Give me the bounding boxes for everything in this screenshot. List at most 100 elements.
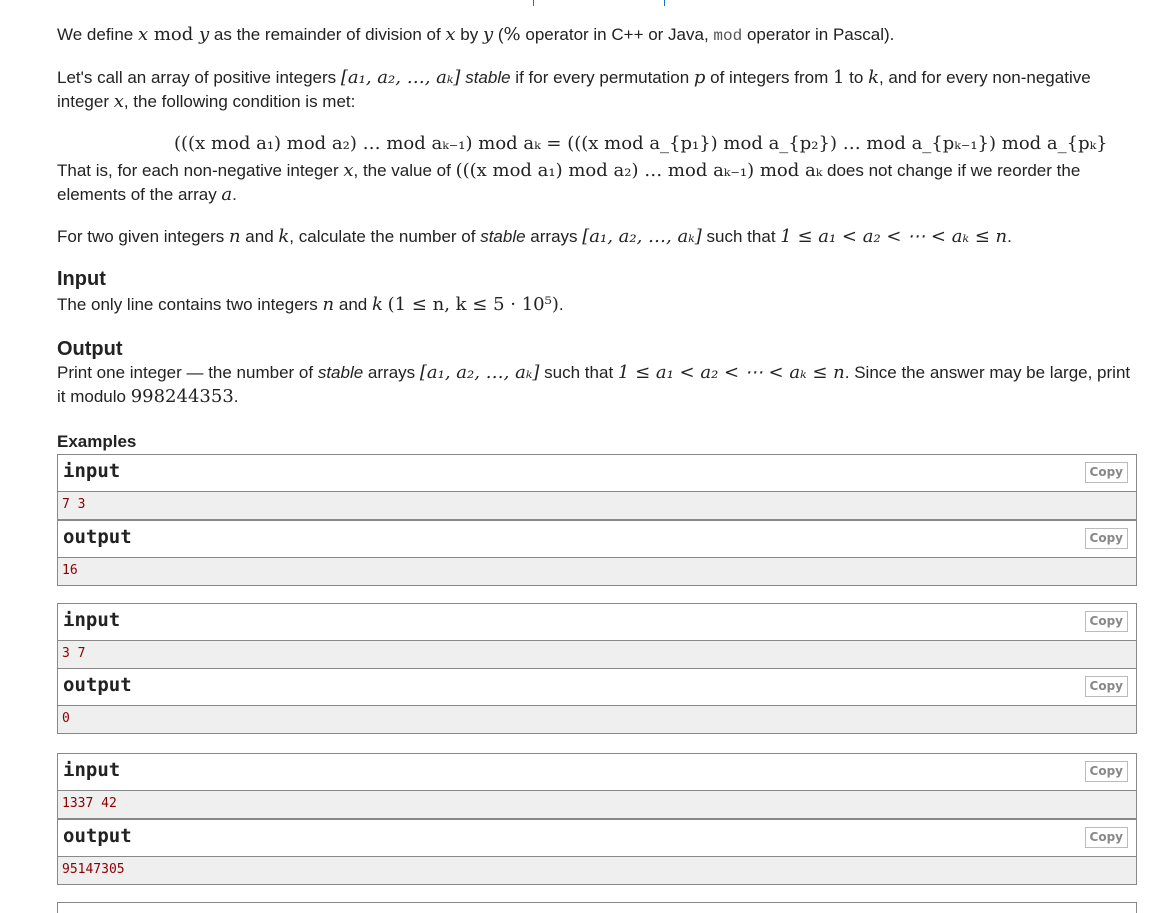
- text: , the following condition is met:: [123, 92, 356, 111]
- text: arrays: [525, 227, 583, 246]
- text: by: [455, 25, 483, 44]
- top-fragment-mark: [533, 0, 534, 6]
- math: 998244353: [130, 386, 234, 407]
- math: y: [199, 24, 210, 45]
- math: mod: [148, 24, 199, 45]
- examples-heading: Examples: [57, 432, 137, 451]
- text: .: [1007, 227, 1012, 246]
- math: n: [228, 226, 241, 247]
- text: operator in Pascal).: [742, 25, 895, 44]
- math: 1 ≤ a₁ < a₂ < ⋯ < aₖ ≤ n: [617, 362, 845, 383]
- example-input-value: 7 3: [62, 497, 86, 512]
- math: (1 ≤ n, k ≤ 5 · 10⁵): [387, 294, 559, 315]
- math: n: [322, 294, 335, 315]
- top-fragment-mark: [664, 0, 665, 6]
- text: .: [233, 387, 239, 406]
- math: %: [503, 24, 521, 45]
- text: Let's call an array of positive integers: [57, 68, 341, 87]
- text: of integers from: [705, 68, 833, 87]
- math: k: [371, 294, 383, 315]
- text: , the value of: [353, 161, 456, 180]
- paragraph-explanation: That is, for each non-negative integer x…: [57, 159, 1137, 207]
- input-heading: Input: [57, 268, 106, 290]
- output-label: output: [63, 674, 132, 696]
- copy-input-button[interactable]: Copy: [1084, 761, 1128, 782]
- input-label: input: [63, 460, 121, 482]
- input-label: input: [63, 609, 121, 631]
- example-input-value: 1337 42: [62, 796, 117, 811]
- math: 1: [832, 67, 845, 88]
- copy-input-button[interactable]: Copy: [1084, 611, 1128, 632]
- text: , calculate the number of: [289, 227, 481, 246]
- paragraph-mod-definition: We define x mod y as the remainder of di…: [57, 23, 894, 48]
- text: if for every permutation: [510, 68, 694, 87]
- math: x: [113, 91, 124, 112]
- math: k: [868, 67, 879, 88]
- example-output-header: output Copy: [58, 820, 1136, 857]
- example-input-header: input Copy: [58, 604, 1136, 641]
- output-label: output: [63, 526, 132, 548]
- text: That is, for each non-negative integer: [57, 161, 344, 180]
- example-output-body: 16: [58, 558, 1136, 585]
- emphasis: stable: [317, 363, 364, 382]
- text: as the remainder of division of: [209, 25, 446, 44]
- text: The only line contains two integers: [57, 295, 323, 314]
- example-input-value: 3 7: [62, 646, 86, 661]
- emphasis: stable: [465, 68, 511, 87]
- math: a: [221, 184, 233, 205]
- math: x: [343, 160, 354, 181]
- emphasis: stable: [480, 227, 526, 246]
- paragraph-task: For two given integers n and k, calculat…: [57, 225, 1012, 249]
- example-input-header: input Copy: [58, 754, 1136, 791]
- example-input-body: 3 7: [58, 641, 1136, 668]
- example-2: input Copy 3 7 output Copy 0: [57, 603, 1137, 734]
- text: operator in C++ or Java,: [520, 25, 714, 44]
- text: .: [232, 185, 237, 204]
- math: [a₁, a₂, …, aₖ]: [340, 67, 461, 88]
- input-specification: The only line contains two integers n an…: [57, 293, 564, 317]
- output-heading: Output: [57, 338, 123, 360]
- copy-output-button[interactable]: Copy: [1084, 528, 1128, 549]
- text: to: [844, 68, 869, 87]
- example-output-body: 0: [58, 706, 1136, 733]
- math: [a₁, a₂, …, aₖ]: [419, 362, 540, 383]
- example-output-header: output Copy: [58, 669, 1136, 706]
- output-label: output: [63, 825, 132, 847]
- example-input-body: 7 3: [58, 492, 1136, 519]
- text: .: [558, 295, 564, 314]
- copy-input-button[interactable]: Copy: [1084, 462, 1128, 483]
- example-output-value: 16: [62, 563, 78, 578]
- text: and: [240, 227, 279, 246]
- text: arrays: [363, 363, 420, 382]
- text: and: [334, 295, 372, 314]
- example-output-value: 0: [62, 711, 70, 726]
- example-output-value: 95147305: [62, 862, 125, 877]
- example-1: input Copy 7 3 output Copy 16: [57, 454, 1137, 586]
- example-output-header: output Copy: [58, 521, 1136, 558]
- math: [a₁, a₂, …, aₖ]: [582, 226, 702, 247]
- text: For two given integers: [57, 227, 229, 246]
- example-3: input Copy 1337 42 output Copy 95147305: [57, 753, 1137, 885]
- math: (((x mod a₁) mod a₂) … mod aₖ₋₁) mod aₖ: [455, 160, 823, 181]
- input-label: input: [63, 759, 121, 781]
- example-input-header: input Copy: [58, 455, 1136, 492]
- math: 1 ≤ a₁ < a₂ < ⋯ < aₖ ≤ n: [780, 226, 1008, 247]
- text: such that: [539, 363, 618, 382]
- display-formula: (((x mod a₁) mod a₂) … mod aₖ₋₁) mod aₖ …: [174, 133, 1108, 154]
- text: We define: [57, 25, 138, 44]
- paragraph-stable-definition: Let's call an array of positive integers…: [57, 66, 1137, 114]
- copy-output-button[interactable]: Copy: [1084, 827, 1128, 848]
- output-specification: Print one integer — the number of stable…: [57, 361, 1137, 409]
- math: x: [137, 24, 149, 45]
- example-input-body: 1337 42: [58, 791, 1136, 818]
- math: p: [693, 67, 706, 88]
- example-output-body: 95147305: [58, 857, 1136, 884]
- text: such that: [701, 227, 781, 246]
- copy-output-button[interactable]: Copy: [1084, 676, 1128, 697]
- next-section-box: [57, 902, 1137, 913]
- text: (: [493, 25, 504, 44]
- math: x: [445, 24, 456, 45]
- text: Print one integer — the number of: [57, 363, 318, 382]
- math: k: [278, 226, 290, 247]
- math: y: [482, 24, 494, 45]
